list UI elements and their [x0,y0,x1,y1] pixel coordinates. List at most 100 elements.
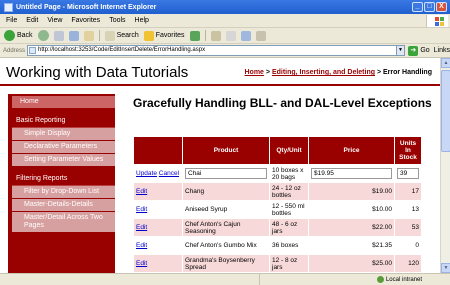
breadcrumb-home[interactable]: Home [245,69,264,76]
breadcrumb-separator: > [375,69,383,76]
qty-cell: 48 - 6 oz jars [269,218,309,237]
edit-link[interactable]: Edit [136,260,147,267]
window-controls: _ □ X [412,2,447,12]
table-row: Edit Chef Anton's Cajun Seasoning 48 - 6… [133,218,422,237]
intranet-icon [376,276,384,283]
favorites-label: Favorites [155,32,185,39]
sidebar-item-master-details[interactable]: Master-Details-Details [12,199,115,212]
qty-cell: 24 - 12 oz bottles [269,182,309,201]
menu-favorites[interactable]: Favorites [71,17,100,24]
actions-cell: Edit [133,218,183,237]
stop-icon[interactable] [53,30,64,41]
product-cell: Aniseed Syrup [182,200,270,219]
price-cell: $10.00 [308,200,395,219]
site-title: Working with Data Tutorials [6,64,189,81]
address-bar: Address http://localhost:3253/Code/EditI… [0,44,450,58]
scroll-down-icon[interactable]: ▼ [441,263,450,273]
stock-cell: 0 [394,236,422,255]
price-cell: $25.00 [308,254,395,273]
menu-tools[interactable]: Tools [109,17,125,24]
units-in-stock-input[interactable] [397,168,419,179]
edit-link[interactable]: Edit [136,224,147,231]
unit-price-input[interactable] [311,168,392,179]
stock-cell: 53 [394,218,422,237]
product-cell: Grandma's Boysenberry Spread [182,254,270,273]
sidebar-item-setting-parameter-values[interactable]: Setting Parameter Values [12,154,115,167]
products-grid: Product Qty/Unit Price Units In Stock Up… [133,136,422,273]
page-viewport: Working with Data Tutorials Home > Editi… [0,58,450,273]
sidebar-item-filter-dropdown[interactable]: Filter by Drop-Down List [12,186,115,199]
stock-cell: 13 [394,200,422,219]
print-icon[interactable] [225,30,236,41]
go-button[interactable]: ➜ Go [408,45,430,56]
sidebar-item-home[interactable]: Home [12,96,115,109]
edit-page-icon[interactable] [240,30,251,41]
forward-arrow-icon [37,30,49,41]
security-zone: Local intranet [376,276,422,283]
sidebar-nav: Home Basic Reporting Simple Display Decl… [8,94,115,273]
sidebar-item-declarative-parameters[interactable]: Declarative Parameters [12,141,115,154]
update-link[interactable]: Update [136,170,157,177]
home-icon[interactable] [83,30,94,41]
menu-view[interactable]: View [47,17,62,24]
menu-help[interactable]: Help [135,17,149,24]
breadcrumb: Home > Editing, Inserting, and Deleting … [245,69,433,76]
menu-edit[interactable]: Edit [26,17,38,24]
sidebar-item-master-detail-two-pages[interactable]: Master/Detail Across Two Pages [12,212,115,233]
title-bar: Untitled Page - Microsoft Internet Explo… [0,0,450,14]
price-cell: $21.35 [308,236,395,255]
stock-cell: 17 [394,182,422,201]
address-input[interactable]: http://localhost:3253/Code/EditInsertDel… [27,45,397,56]
grid-header-qty: Qty/Unit [269,136,309,165]
status-text [0,273,260,285]
links-button[interactable]: Links [434,47,450,54]
address-url: http://localhost:3253/Code/EditInsertDel… [38,47,206,53]
maximize-button[interactable]: □ [424,2,435,12]
back-button[interactable]: Back [4,30,33,41]
page-icon [29,47,37,54]
sidebar-item-filtering-reports[interactable]: Filtering Reports [12,172,115,186]
sidebar-item-basic-reporting[interactable]: Basic Reporting [12,114,115,128]
page-heading: Gracefully Handling BLL- and DAL-Level E… [133,96,432,110]
breadcrumb-separator: > [263,69,272,76]
discuss-icon[interactable] [255,30,266,41]
back-label: Back [17,32,33,39]
menu-file[interactable]: File [6,17,17,24]
window-title: Untitled Page - Microsoft Internet Explo… [16,3,157,11]
history-icon[interactable] [189,30,200,41]
scrollbar-thumb[interactable] [441,70,450,152]
qty-cell: 10 boxes x 20 bags [269,164,309,183]
ie-icon [4,2,13,12]
mail-icon[interactable] [210,30,221,41]
edit-link[interactable]: Edit [136,242,147,249]
qty-cell: 12 - 550 ml bottles [269,200,309,219]
toolbar: Back Search Favorites [0,28,450,44]
refresh-icon[interactable] [68,30,79,41]
qty-cell: 36 boxes [269,236,309,255]
vertical-scrollbar[interactable]: ▲ ▼ [440,58,450,273]
product-name-input[interactable] [185,168,267,179]
minimize-button[interactable]: _ [412,2,423,12]
table-row: Edit Aniseed Syrup 12 - 550 ml bottles $… [133,200,422,219]
edit-link[interactable]: Edit [136,188,147,195]
favorites-star-icon [143,30,154,41]
cancel-link[interactable]: Cancel [159,170,179,177]
actions-cell: Edit [133,182,183,201]
toolbar-separator [204,30,206,41]
breadcrumb-section[interactable]: Editing, Inserting, and Deleting [272,69,375,76]
product-cell: Chef Anton's Cajun Seasoning [182,218,270,237]
search-label: Search [116,32,139,39]
go-arrow-icon: ➜ [408,45,419,56]
actions-cell: Edit [133,200,183,219]
close-button[interactable]: X [436,2,447,12]
address-dropdown-icon[interactable]: ▼ [396,45,406,56]
scroll-up-icon[interactable]: ▲ [441,58,450,68]
menu-bar: File Edit View Favorites Tools Help [0,14,450,28]
edit-link[interactable]: Edit [136,206,147,213]
forward-button[interactable] [37,30,49,41]
sidebar-item-simple-display[interactable]: Simple Display [12,128,115,141]
stock-cell: 120 [394,254,422,273]
search-button[interactable]: Search [104,30,139,41]
favorites-button[interactable]: Favorites [143,30,185,41]
actions-cell: Edit [133,236,183,255]
